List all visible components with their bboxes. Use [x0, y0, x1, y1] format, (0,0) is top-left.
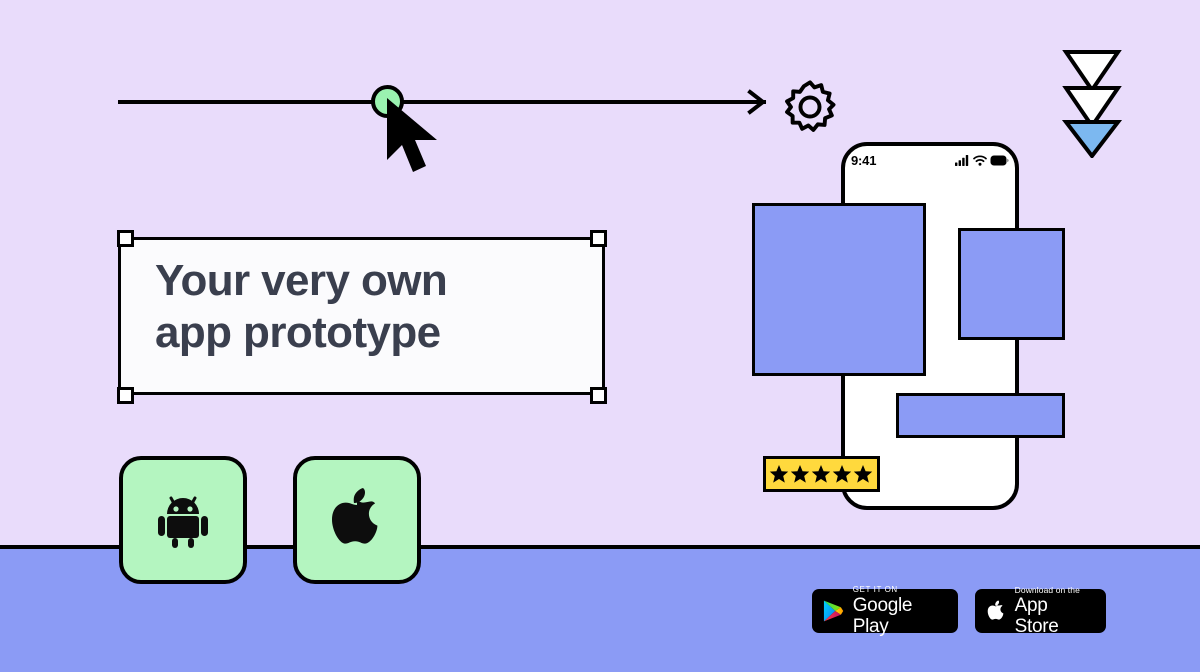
triangle-filled-3 — [1061, 120, 1123, 158]
status-time: 9:41 — [851, 152, 877, 168]
five-star-rating-icon — [769, 465, 873, 483]
battery-icon — [990, 155, 1009, 165]
selection-handle-top-right[interactable] — [590, 230, 607, 247]
apple-icon — [332, 488, 378, 544]
google-play-badge-text: GET IT ON Google Play — [853, 585, 947, 637]
android-tile[interactable] — [119, 456, 247, 584]
side-block — [958, 228, 1065, 340]
google-play-icon — [823, 600, 844, 622]
triangle-outline-1 — [1062, 50, 1122, 94]
app-store-badge-subtitle: Download on the — [1014, 585, 1080, 595]
app-store-badge-text: Download on the App Store — [1015, 585, 1095, 637]
selection-handle-bottom-right[interactable] — [590, 387, 607, 404]
hero-block — [752, 203, 926, 376]
android-icon — [158, 496, 208, 548]
app-store-badge[interactable]: Download on the App Store — [975, 585, 1106, 637]
wifi-icon — [973, 154, 987, 166]
arrow-head-icon — [747, 89, 767, 115]
cellular-signal-icon — [955, 154, 969, 166]
selection-handle-top-left[interactable] — [117, 230, 134, 247]
triangle-stack — [1061, 50, 1123, 158]
google-play-badge[interactable]: GET IT ON Google Play — [812, 585, 958, 637]
app-store-badge-title: App Store — [1014, 595, 1059, 637]
google-play-badge-小: GET IT ON — [852, 585, 898, 594]
selection-handle-bottom-left[interactable] — [117, 387, 134, 404]
apple-icon — [987, 600, 1004, 620]
promo-canvas: Your very own app prototype 9:41 GET IT … — [0, 0, 1200, 672]
phone-status-bar: 9:41 — [851, 150, 1009, 170]
pointer-cursor-icon — [387, 98, 437, 172]
apple-tile[interactable] — [293, 456, 421, 584]
gear-icon[interactable] — [782, 79, 838, 135]
status-badge — [763, 456, 880, 492]
google-play-badge-title: Google Play — [852, 595, 913, 637]
status-icons-group — [955, 154, 1009, 166]
wide-block — [896, 393, 1065, 438]
page-title: Your very own app prototype — [155, 256, 448, 357]
